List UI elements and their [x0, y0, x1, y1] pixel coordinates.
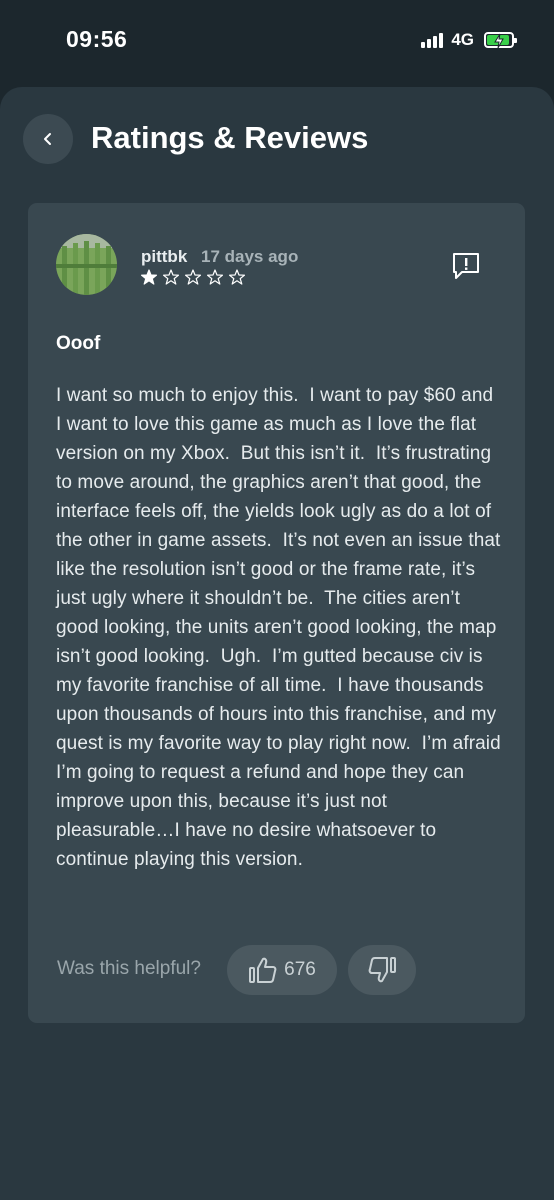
upvote-button[interactable]: 676 [227, 945, 337, 995]
status-indicators: 4G [421, 30, 517, 50]
charging-bolt-icon [494, 33, 504, 49]
avatar[interactable] [56, 234, 117, 295]
status-time: 09:56 [66, 26, 128, 52]
helpful-label: Was this helpful? [57, 958, 201, 979]
star-empty-icon [163, 269, 179, 285]
upvote-count: 676 [284, 959, 316, 980]
thumbs-up-icon [249, 957, 277, 983]
thumbs-down-icon [368, 957, 396, 983]
report-button[interactable] [448, 248, 484, 284]
network-type: 4G [451, 30, 474, 49]
report-icon [453, 253, 479, 279]
star-empty-icon [229, 269, 245, 285]
review-body: I want so much to enjoy this. I want to … [56, 385, 507, 870]
page-title: Ratings & Reviews [91, 120, 369, 155]
chevron-left-icon [44, 133, 51, 145]
downvote-button[interactable] [348, 945, 416, 995]
star-filled-icon [141, 269, 157, 285]
signal-icon [421, 32, 444, 48]
status-bar: 09:56 4G [0, 0, 554, 86]
avatar-image [56, 234, 117, 295]
review-date: 17 days ago [201, 247, 299, 266]
review-card: pittbk 17 days ago Ooof I want so much t… [28, 203, 525, 1023]
battery-icon [484, 32, 517, 49]
battery-tip [514, 38, 517, 43]
review-title: Ooof [56, 333, 101, 354]
star-empty-icon [207, 269, 223, 285]
star-empty-icon [185, 269, 201, 285]
reviewer-name[interactable]: pittbk [141, 247, 187, 267]
star-rating [141, 269, 245, 285]
back-button[interactable] [23, 114, 73, 164]
reviews-sheet: Ratings & Reviews pittbk 17 days ago Ooo… [0, 87, 554, 1200]
